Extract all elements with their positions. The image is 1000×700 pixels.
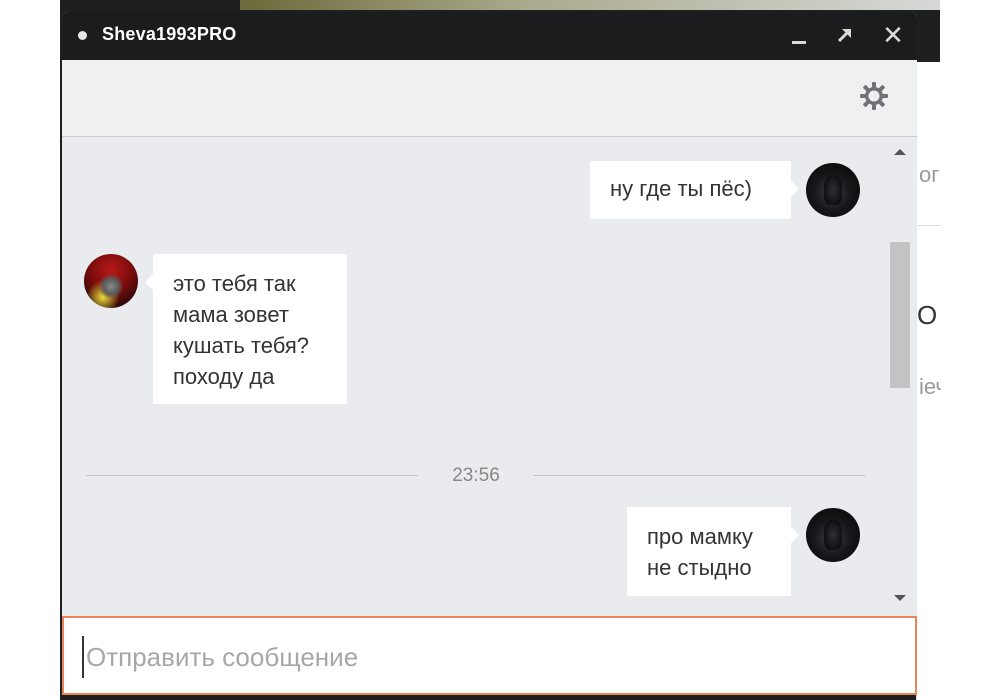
message-text: ну где ты пёс): [610, 176, 752, 201]
message-bubble-outgoing: про мамку не стыдно: [627, 507, 799, 596]
message-input[interactable]: [82, 636, 888, 678]
online-status-dot: [78, 31, 87, 40]
background-header-strip: [240, 0, 940, 10]
divider-line: [533, 475, 865, 476]
message-text: походу да: [173, 364, 275, 389]
avatar[interactable]: [806, 508, 860, 562]
scroll-up-arrow-icon[interactable]: [894, 149, 906, 155]
minimize-icon: [792, 40, 806, 44]
avatar[interactable]: [806, 163, 860, 217]
message-text: кушать тебя?: [173, 333, 310, 358]
message-bubble-incoming: это тебя так мама зовет кушать тебя? пох…: [145, 254, 347, 404]
message-list[interactable]: ну где ты пёс) это тебя так мама зовет к…: [62, 137, 917, 615]
divider-time: 23:56: [452, 465, 500, 486]
chat-toolbar: [62, 60, 917, 137]
message-scrollbar[interactable]: [888, 137, 912, 615]
divider-line: [86, 475, 418, 476]
chat-title: Sheva1993PRO: [102, 24, 237, 44]
chat-titlebar[interactable]: Sheva1993PRO ✕: [62, 12, 917, 60]
background-side-panel: ог О іеч: [916, 62, 941, 700]
popout-button[interactable]: [830, 20, 860, 50]
gear-icon: [860, 82, 888, 110]
chat-window: Sheva1993PRO ✕ ну где ты пёс) это тебя т…: [62, 12, 917, 695]
avatar[interactable]: [84, 254, 138, 308]
background-text-fragment: О: [917, 300, 938, 330]
message-text: мама зовет: [173, 302, 289, 327]
background-text-fragment: іеч: [919, 374, 941, 399]
message-composer: [62, 616, 917, 695]
scroll-thumb[interactable]: [890, 242, 910, 388]
message-text: не стыдно: [647, 555, 752, 580]
time-divider: 23:56: [86, 465, 866, 486]
popout-icon: [837, 28, 852, 43]
minimize-button[interactable]: [784, 20, 814, 50]
close-icon: ✕: [882, 20, 904, 50]
message-text: про мамку: [647, 524, 753, 549]
background-text-fragment: ог: [919, 162, 940, 187]
close-button[interactable]: ✕: [878, 20, 908, 50]
scroll-down-arrow-icon[interactable]: [894, 595, 906, 601]
message-bubble-outgoing: ну где ты пёс): [590, 161, 799, 219]
message-text: это тебя так: [173, 271, 296, 296]
background-divider: [917, 225, 941, 226]
settings-button[interactable]: [858, 80, 890, 112]
